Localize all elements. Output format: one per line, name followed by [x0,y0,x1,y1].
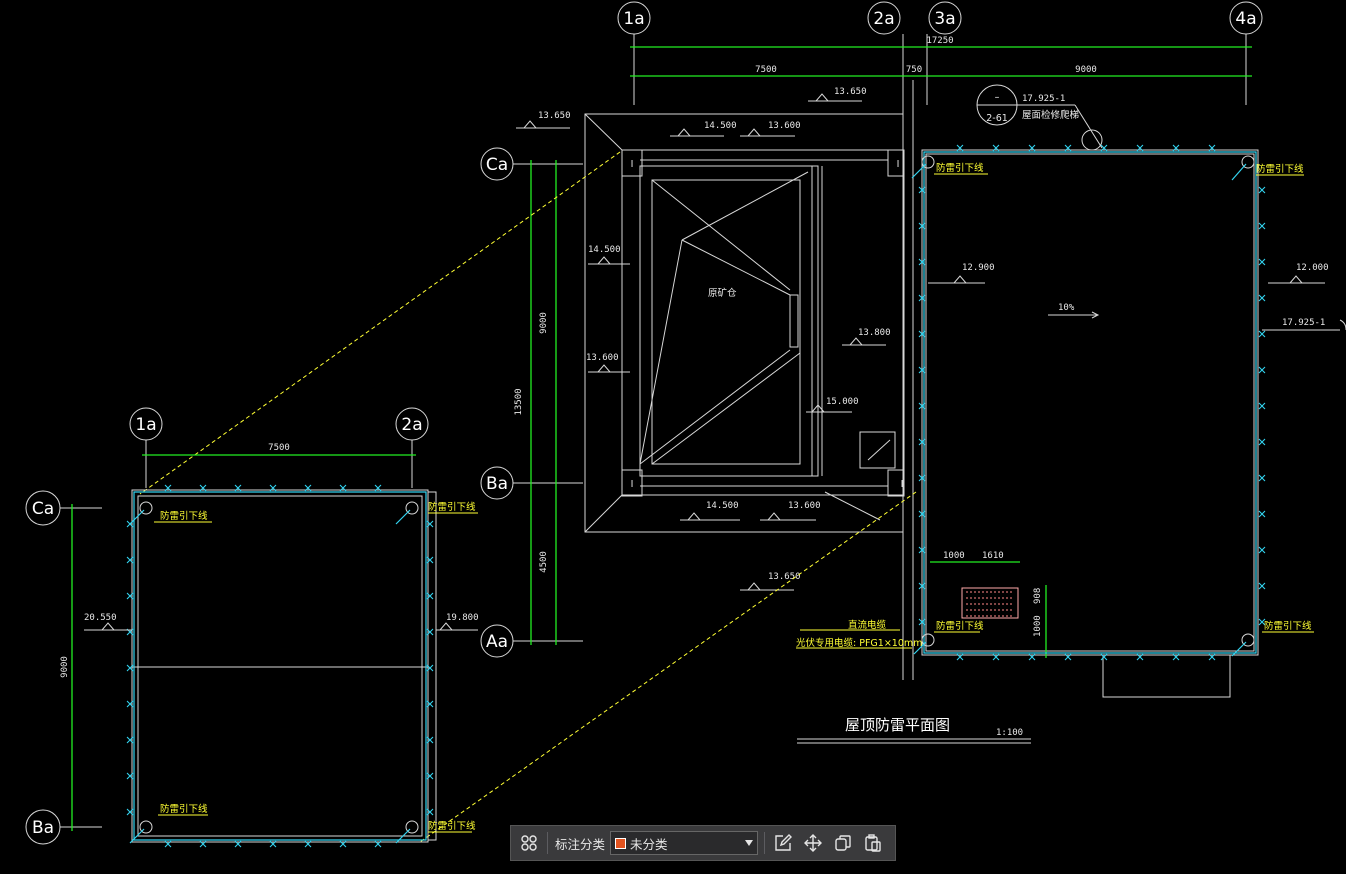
elev-3: 14.500 [704,121,737,131]
detail-down-label-2: 防雷引下线 [428,501,476,513]
slope-label: 10% [1058,303,1075,313]
dim-left-9000: 9000 [539,312,549,334]
drawing-scale: 1:100 [996,728,1023,738]
pv-cable-label: 光伏专用电缆: PFG1×10mm [796,637,922,649]
category-label: 标注分类 [555,836,606,852]
belt-support-mark [1258,582,1266,590]
elev-9: 14.500 [706,501,739,511]
down-conductor-labels-right: 防雷引下线 防雷引下线 防雷引下线 防雷引下线 直流电缆 光伏专用电缆: PFG… [796,155,1314,657]
belt-support-mark [1258,366,1266,374]
cad-drawing-canvas[interactable]: 1a 2a 3a 4a 17250 7500 750 9000 Ca Ba Aa… [0,0,1346,874]
elev-2: 13.650 [834,87,867,97]
belt-support-mark [1258,402,1266,410]
annotation-toolbar: 标注分类 未分类 [510,825,896,861]
elev-10: 13.600 [788,501,821,511]
drawing-title-text: 屋顶防雷平面图 [845,716,950,734]
detail-axis-2a: 2a [401,415,422,435]
detail-axis-1a: 1a [135,415,156,435]
detail-ref-bottom: 2-61 [986,113,1008,124]
category-color-swatch [615,837,627,849]
belt-support-mark [1258,294,1266,302]
detail-plan: 1a 2a 7500 Ca Ba 9000 20.550 19.800 防雷引下… [25,407,479,848]
detail-axis-ca: Ca [32,499,54,519]
dim-1000b: 1000 [1033,615,1043,637]
roof-access-label: 屋面检修爬梯 [1022,109,1080,121]
grid-icon[interactable] [514,828,544,858]
axis-label-ba: Ba [486,474,508,494]
belt-support-mark [1258,258,1266,266]
lightning-belt-right [918,144,1266,661]
down-label-r4: 防雷引下线 [1264,620,1312,632]
detail-ref-top: – [995,92,1000,103]
move-icon[interactable] [798,828,828,858]
svg-text:I: I [631,479,634,490]
elev-16: 19.800 [446,613,479,623]
detail-down-label-4: 防雷引下线 [428,820,476,832]
elevations-center: 13.650 13.650 14.500 13.600 14.500 13.60… [516,87,891,591]
dim-span-1-2: 7500 [755,65,777,75]
axis-label-3a: 3a [934,9,955,29]
svg-text:I: I [631,159,634,170]
axis-bubbles-top: 1a 2a 3a 4a [617,1,1263,110]
detail-axis-ba: Ba [32,818,54,838]
dim-908: 908 [1033,588,1043,604]
dim-span-3-4: 9000 [1075,65,1097,75]
dim-total-top: 17250 [926,36,953,46]
elev-15: 20.550 [84,613,117,623]
axis-label-2a: 2a [873,9,894,29]
top-dimensions: 17250 7500 750 9000 [630,36,1252,77]
paste-icon[interactable] [858,828,888,858]
detail-down-label-3: 防雷引下线 [160,803,208,815]
axis-label-1a: 1a [623,9,644,29]
dim-1610: 1610 [982,551,1004,561]
elev-13: 12.000 [1296,263,1329,273]
elev-12: 12.900 [962,263,995,273]
dim-1000a: 1000 [943,551,965,561]
right-roof: 10% 12.900 12.000 17.925-1 – 2-61 17.925… [921,84,1346,698]
detail-dim-9000: 9000 [60,656,70,678]
dim-span-2-3: 750 [906,65,922,75]
elev-7: 13.800 [858,328,891,338]
detail-dim-7500: 7500 [268,443,290,453]
elev-6: 13.600 [586,353,619,363]
category-select[interactable]: 未分类 [610,831,759,855]
dim-left-4500: 4500 [539,551,549,573]
chevron-down-icon [745,840,754,846]
elev-17: 17.925-1 [1022,94,1065,104]
down-label-r1: 防雷引下线 [936,162,984,174]
dim-left-13500: 13500 [514,388,524,415]
elev-14: 17.925-1 [1282,318,1325,328]
belt-support-mark [1258,438,1266,446]
down-label-r3: 防雷引下线 [936,620,984,632]
axis-label-4a: 4a [1235,9,1256,29]
dc-cable-label: 直流电缆 [848,619,887,631]
raw-bin-label: 原矿仓 [708,287,737,299]
elev-5: 14.500 [588,245,621,255]
belt-support-mark [1258,330,1266,338]
copy-icon[interactable] [828,828,858,858]
belt-support-mark [1258,546,1266,554]
down-label-r2: 防雷引下线 [1256,163,1304,175]
axis-label-aa: Aa [486,632,508,652]
belt-support-mark [1258,222,1266,230]
svg-text:I: I [897,159,900,170]
axis-label-ca: Ca [486,155,508,175]
elev-8: 15.000 [826,397,859,407]
elev-1: 13.650 [538,111,571,121]
belt-support-mark [1258,474,1266,482]
belt-support-mark [1258,186,1266,194]
belt-support-mark [1258,510,1266,518]
axis-bubbles-left-main: Ca Ba Aa 13500 9000 4500 [480,147,583,658]
detail-down-label-1: 防雷引下线 [160,510,208,522]
drawing-title: 屋顶防雷平面图 1:100 [797,716,1031,744]
category-value: 未分类 [630,836,668,852]
edit-icon[interactable] [768,828,798,858]
elev-4: 13.600 [768,121,801,131]
